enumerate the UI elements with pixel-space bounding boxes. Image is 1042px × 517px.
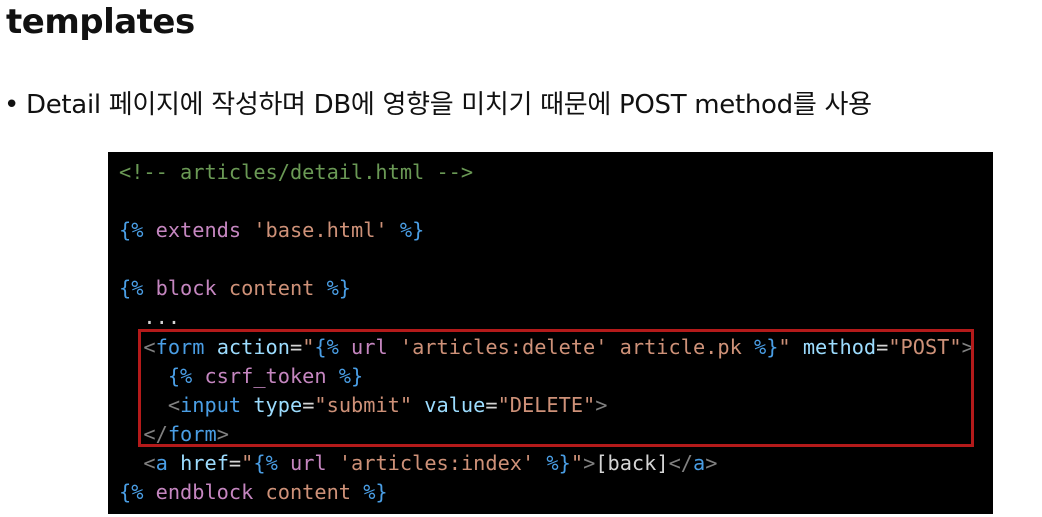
code-token: <!-- articles/detail.html --> [119, 160, 474, 184]
code-token: {% [119, 480, 144, 505]
code-line: <!-- articles/detail.html --> [119, 158, 993, 187]
form-highlight-box [138, 329, 974, 447]
code-token: 'base.html' [253, 218, 388, 243]
code-token: %} [387, 218, 425, 243]
code-token: content [228, 276, 315, 301]
code-line: {% extends 'base.html' %} [119, 216, 993, 245]
code-token: ... [119, 305, 181, 330]
code-line: {% block content %} [119, 274, 993, 303]
code-token: %} [351, 480, 388, 505]
code-token: > [583, 450, 596, 475]
code-token: href [167, 450, 229, 475]
code-token: %} [534, 450, 571, 475]
code-token: = [228, 450, 242, 475]
code-token: < [119, 450, 156, 475]
code-line: <a href="{% url 'articles:index' %}">[ba… [119, 449, 993, 478]
slide-title: templates [6, 2, 195, 42]
bullet-text: Detail 페이지에 작성하며 DB에 영향을 미치기 때문에 POST me… [26, 90, 872, 120]
code-token: content [265, 480, 352, 505]
code-token: %} [314, 276, 352, 301]
code-token: a [692, 450, 706, 475]
code-token: {% [253, 450, 278, 475]
code-token: block [143, 276, 229, 301]
code-token: {% [119, 218, 144, 243]
bullet-dot-icon: • [4, 90, 20, 120]
code-token: </ [668, 450, 693, 475]
code-line: {% endblock content %} [119, 478, 993, 507]
code-token: " [570, 450, 584, 475]
bullet-point: • Detail 페이지에 작성하며 DB에 영향을 미치기 때문에 POST m… [4, 84, 872, 121]
code-token: a [155, 450, 168, 475]
code-token: url [277, 450, 339, 475]
code-token: extends [143, 218, 254, 243]
code-token: > [705, 450, 718, 475]
code-token: endblock [143, 480, 266, 505]
code-token: " [241, 450, 254, 475]
code-token: 'articles:index' [338, 450, 535, 475]
code-token: [back] [595, 450, 669, 475]
code-token: {% [119, 276, 144, 301]
